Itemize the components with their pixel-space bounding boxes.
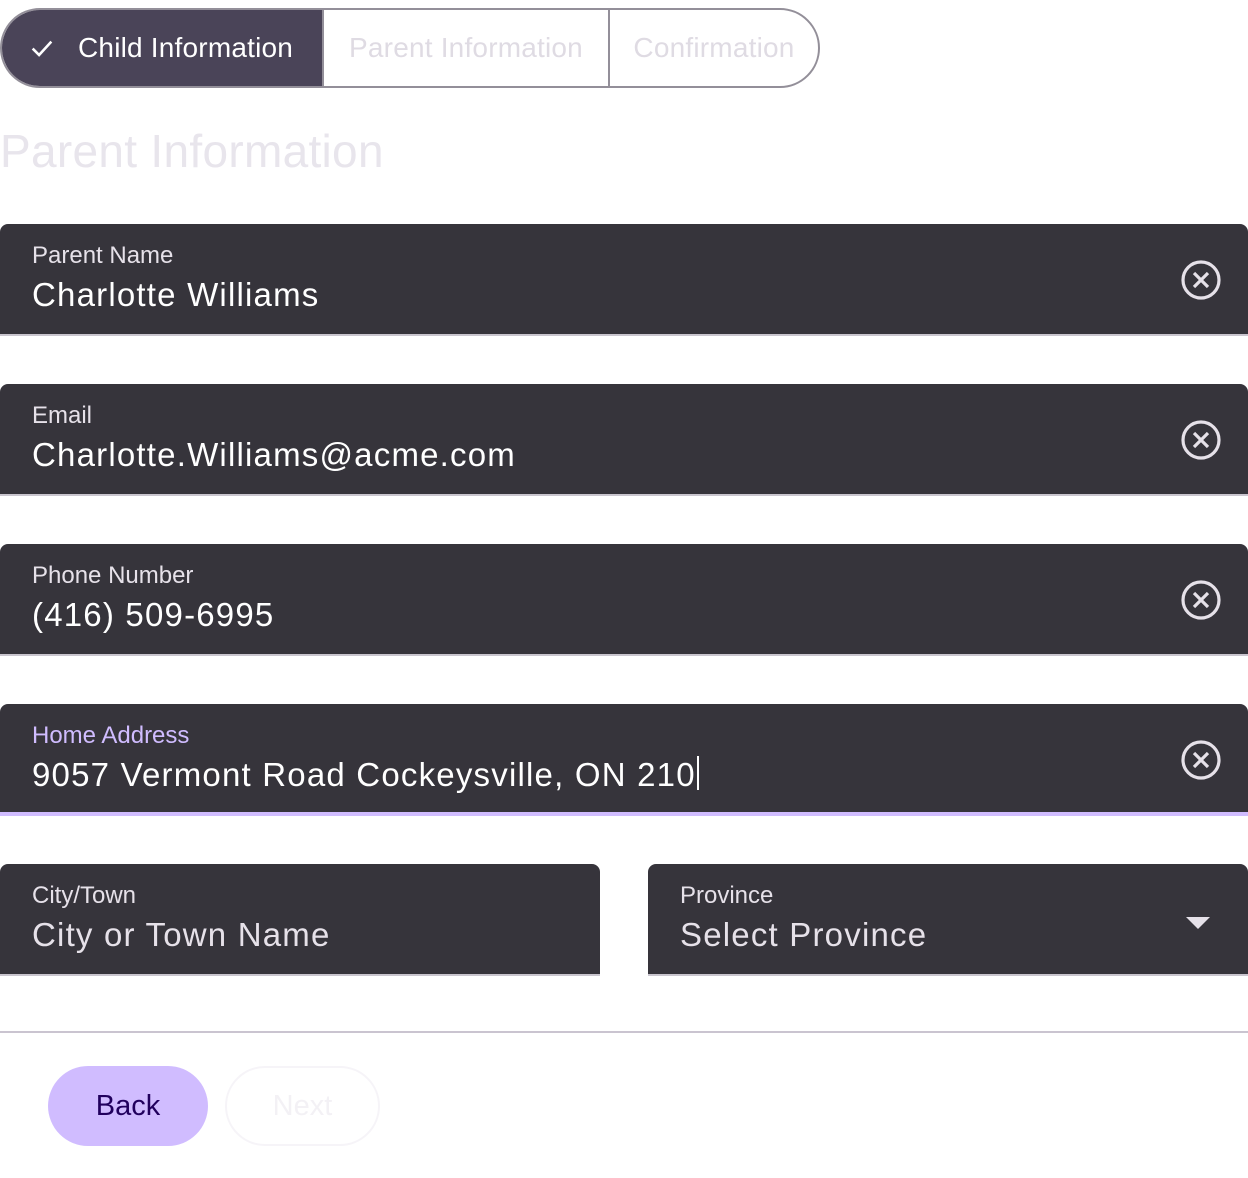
- field-label: Home Address: [32, 722, 190, 749]
- back-button[interactable]: Back: [48, 1066, 208, 1146]
- email-field[interactable]: Email Charlotte.Williams@acme.com: [0, 384, 1248, 496]
- next-button[interactable]: Next: [225, 1066, 380, 1146]
- divider: [0, 1031, 1248, 1033]
- step-confirmation[interactable]: Confirmation: [608, 10, 818, 86]
- field-label: Phone Number: [32, 562, 194, 589]
- step-label: Child Information: [78, 32, 294, 63]
- parent-name-input[interactable]: Charlotte Williams: [32, 276, 320, 314]
- step-label: Confirmation: [633, 32, 795, 63]
- home-address-field[interactable]: Home Address 9057 Vermont Road Cockeysvi…: [0, 704, 1248, 816]
- text-cursor: [696, 756, 699, 790]
- check-icon: [26, 32, 58, 64]
- phone-number-input[interactable]: (416) 509-6995: [32, 596, 274, 634]
- province-select[interactable]: Province Select Province: [648, 864, 1248, 976]
- dropdown-arrow-icon[interactable]: [1186, 916, 1210, 929]
- field-label: Province: [680, 882, 774, 909]
- phone-number-field[interactable]: Phone Number (416) 509-6995: [0, 544, 1248, 656]
- stepper: Child Information Parent Information Con…: [0, 8, 820, 88]
- city-town-field[interactable]: City/Town City or Town Name: [0, 864, 600, 976]
- clear-circle-icon[interactable]: [1180, 739, 1222, 781]
- clear-circle-icon[interactable]: [1180, 579, 1222, 621]
- home-address-input[interactable]: 9057 Vermont Road Cockeysville, ON 210: [32, 756, 699, 794]
- clear-circle-icon[interactable]: [1180, 419, 1222, 461]
- step-label: Parent Information: [349, 32, 583, 63]
- clear-circle-icon[interactable]: [1180, 259, 1222, 301]
- field-label: Email: [32, 402, 93, 429]
- home-address-value: 9057 Vermont Road Cockeysville, ON 210: [32, 756, 696, 793]
- province-selected-value: Select Province: [680, 916, 928, 953]
- city-town-input[interactable]: City or Town Name: [32, 916, 331, 954]
- field-label: Parent Name: [32, 242, 174, 269]
- step-child-information[interactable]: Child Information: [2, 10, 322, 86]
- parent-name-field[interactable]: Parent Name Charlotte Williams: [0, 224, 1248, 336]
- page-title: Parent Information: [0, 125, 384, 177]
- email-input[interactable]: Charlotte.Williams@acme.com: [32, 436, 516, 474]
- step-parent-information[interactable]: Parent Information: [322, 10, 608, 86]
- field-label: City/Town: [32, 882, 137, 909]
